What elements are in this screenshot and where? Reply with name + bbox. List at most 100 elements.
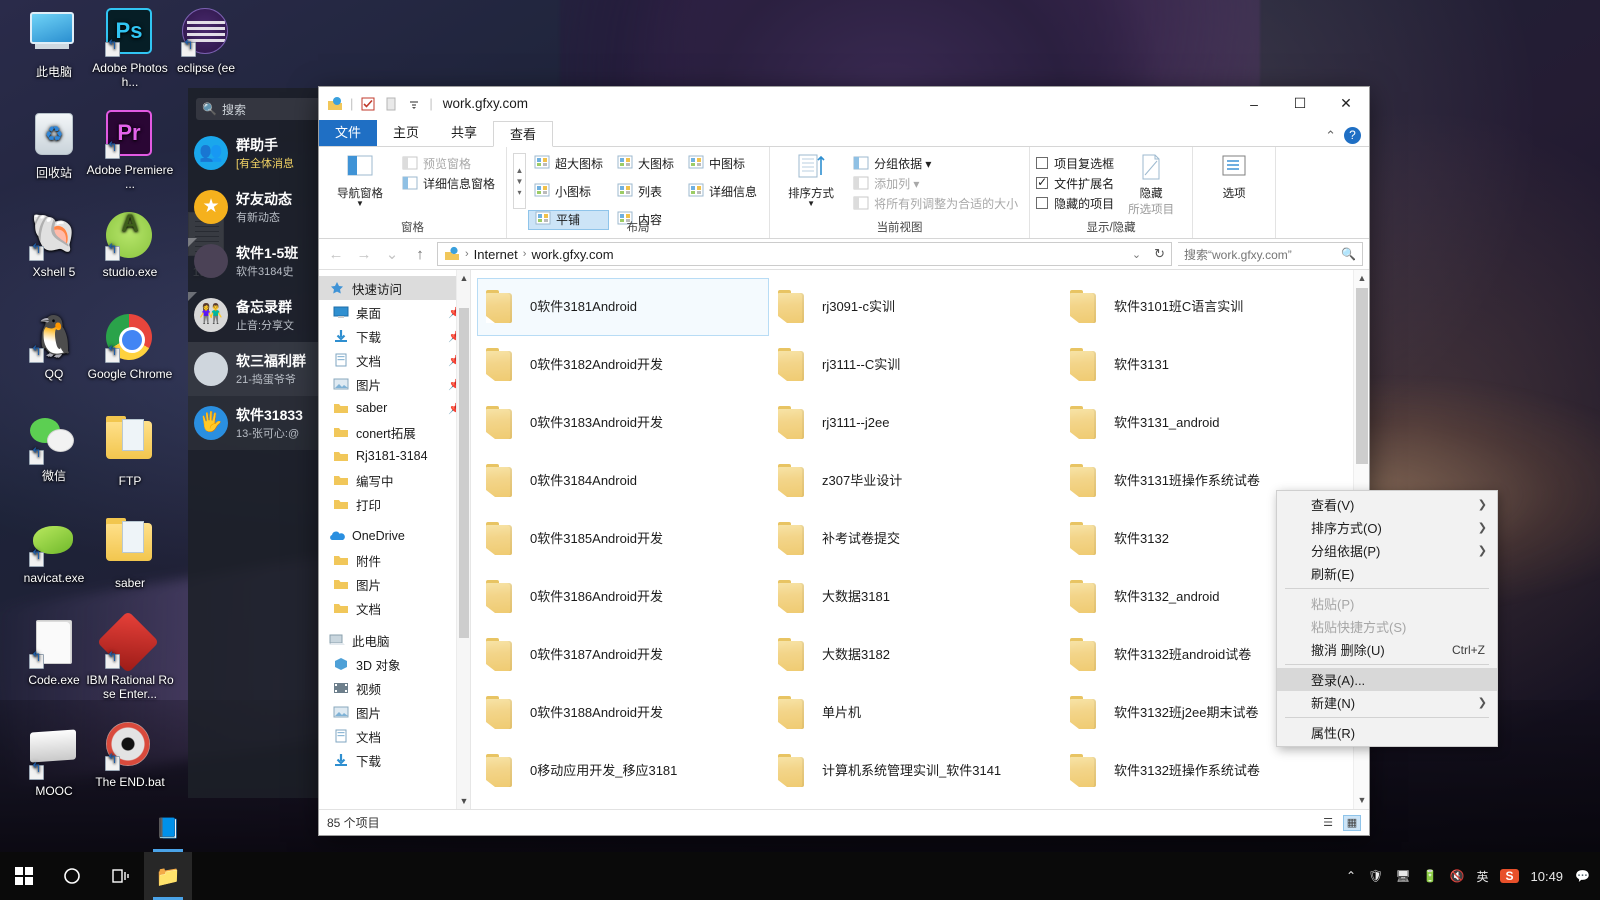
security-icon[interactable]: 🛡 [1368,869,1383,883]
folder-grid[interactable]: 0软件3181Android rj3091-c实训 软件3101班C语言实训 0软件3… [471,270,1353,809]
view-option-大图标[interactable]: 大图标 [611,153,680,173]
desktop-icon-2[interactable]: eclipse (ee [160,8,252,75]
tray-expand-icon[interactable]: ⌃ [1346,869,1356,883]
view-option-小图标[interactable]: 小图标 [528,181,609,201]
checkbox-隐藏的项目[interactable]: 隐藏的项目 [1036,193,1114,213]
qq-conversation-item[interactable]: 软件1-5班 软件3184史 [188,234,336,288]
folder-item[interactable]: 0软件3187Android开发 [477,626,769,684]
context-menu-item-7[interactable]: 撤消 删除(U) Ctrl+Z [1277,638,1497,661]
clock[interactable]: 10:49 [1531,869,1564,884]
view-option-列表[interactable]: 列表 [611,181,680,201]
context-menu-item-10[interactable]: 新建(N) ❯ [1277,691,1497,714]
nav-item-下载[interactable]: 下载 [319,748,470,772]
nav-item-下载[interactable]: 下载📌 [319,324,470,348]
sogou-icon[interactable]: S [1500,869,1519,883]
qq-chat-panel[interactable]: 🔍 搜索 👥 群助手 [有全体消息 ★ 好友动态 有新动态 软件1-5班 软件3184史 👫 备忘… [188,88,336,798]
forward-button[interactable]: → [353,246,375,263]
checkbox-box[interactable] [1036,197,1049,209]
start-button[interactable] [0,852,48,900]
ribbon-tab-strip[interactable]: 文件 主页 共享 查看 ⌃? [319,120,1369,147]
taskbar-store-icon[interactable]: 📘 [144,804,192,852]
new-folder-icon[interactable] [383,96,399,112]
notification-center-icon[interactable]: 💬 [1575,869,1590,883]
view-option-超大图标[interactable]: 超大图标 [528,153,609,173]
desktop-icon-15[interactable]: IBM Rational Rose Enter... [84,610,176,701]
task-view-icon[interactable] [96,852,144,900]
recent-locations-button[interactable]: ⌄ [381,245,403,263]
list-scroll-up-icon[interactable]: ▲ [1354,270,1369,287]
ribbon[interactable]: 导航窗格 ▼ 预览窗格 详细信息窗格 窗格 ▲ ▼ ▾ 超大图标 大图标 中图标 小图标 列表 详细信息平… [319,147,1369,239]
list-scroll-down-icon[interactable]: ▼ [1354,792,1369,809]
tiles-view-button[interactable]: ▦ [1343,814,1361,831]
minimize-button[interactable]: – [1231,88,1277,120]
nav-item-附件[interactable]: 附件 [319,548,470,572]
breadcrumb-item-host[interactable]: work.gfxy.com [531,247,613,262]
back-button[interactable]: ← [325,246,347,263]
details-view-button[interactable]: ☰ [1319,815,1337,831]
taskbar[interactable]: 📘📁👤 ⌃ 🛡 🖥 🔋 🔇 英 S 10:49 💬 [0,818,1600,900]
nav-scroll-up-icon[interactable]: ▲ [457,270,470,286]
tab-0[interactable]: 文件 [319,120,378,146]
nav-item-OneDrive[interactable]: OneDrive [319,524,470,548]
properties-icon[interactable] [360,96,376,112]
view-option-详细信息[interactable]: 详细信息 [682,181,763,201]
customize-caret-icon[interactable] [406,96,422,112]
nav-item-Rj3181-3184[interactable]: Rj3181-3184 [319,444,470,468]
nav-item-视频[interactable]: 视频 [319,676,470,700]
view-option-中图标[interactable]: 中图标 [682,153,763,173]
qq-conversation-list[interactable]: 👥 群助手 [有全体消息 ★ 好友动态 有新动态 软件1-5班 软件3184史 👫 备忘录群 止音:… [188,126,336,450]
folder-item[interactable]: 软件3131 [1061,336,1353,394]
nav-item-conert拓展[interactable]: conert拓展 [319,420,470,444]
folder-item[interactable]: rj3111--j2ee [769,394,1061,452]
window-controls[interactable]: – ☐ ✕ [1231,88,1369,120]
qq-conversation-item[interactable]: 软三福利群 21-捣蛋爷爷 [188,342,336,396]
context-menu-item-3[interactable]: 刷新(E) [1277,562,1497,585]
close-button[interactable]: ✕ [1323,88,1369,120]
taskbar-app-buttons[interactable]: 📘📁👤 [144,804,192,900]
file-list-area[interactable]: 0软件3181Android rj3091-c实训 软件3101班C语言实训 0软件3… [471,270,1369,809]
layout-scroll-buttons[interactable]: ▲ ▼ ▾ [513,153,527,209]
search-input[interactable]: 搜索“work.gfxy.com” 🔍 [1178,242,1363,266]
nav-pane-scrollbar[interactable]: ▲ ▼ [456,270,470,809]
folder-item[interactable]: z307毕业设计 [769,452,1061,510]
folder-item[interactable]: rj3111--C实训 [769,336,1061,394]
nav-item-桌面[interactable]: 桌面📌 [319,300,470,324]
checkbox-项目复选框[interactable]: 项目复选框 [1036,153,1114,173]
ribbon-item-预览窗格[interactable]: 预览窗格 [397,153,500,173]
nav-item-快速访问[interactable]: 快速访问 [319,276,470,300]
tab-1[interactable]: 主页 [377,120,435,146]
nav-item-图片[interactable]: 图片📌 [319,372,470,396]
up-button[interactable]: ↑ [409,246,431,263]
context-menu-item-0[interactable]: 查看(V) ❯ [1277,493,1497,516]
folder-item[interactable]: 补考试卷提交 [769,510,1061,568]
qq-search-input[interactable]: 🔍 搜索 [196,98,328,120]
ime-indicator[interactable]: 英 [1476,868,1488,885]
context-menu[interactable]: 查看(V) ❯ 排序方式(O) ❯ 分组依据(P) ❯ 刷新(E) 粘贴(P) 粘贴快捷方式(S… [1276,490,1498,747]
view-switch-buttons[interactable]: ☰ ▦ [1319,814,1361,831]
desktop-icon-9[interactable]: Google Chrome [84,314,176,381]
breadcrumb-item-internet[interactable]: Internet [474,247,518,262]
volume-muted-icon[interactable]: 🔇 [1450,869,1465,883]
desktop-icon-17[interactable]: The END.bat [84,722,176,789]
layout-scroll-arrow-icon[interactable]: ▾ [518,188,522,197]
nav-item-文档[interactable]: 文档 [319,724,470,748]
layout-scroll-arrow-icon[interactable]: ▲ [516,166,524,175]
folder-item[interactable]: 大数据3181 [769,568,1061,626]
folder-item[interactable]: rj3091-c实训 [769,278,1061,336]
network-icon[interactable]: 🖥 [1395,869,1410,883]
file-explorer-window[interactable]: | | work.gfxy.com – ☐ ✕ 文件 主页 共享 查看 ⌃? 导航窗格 ▼… [318,86,1370,836]
nav-item-此电脑[interactable]: 此电脑 [319,628,470,652]
explorer-icon[interactable] [327,96,343,112]
chevron-down-icon[interactable]: ▼ [356,200,364,208]
folder-item[interactable]: 软件3132班操作系统试卷 [1061,742,1353,800]
tab-2[interactable]: 共享 [435,120,493,146]
layout-scroll-arrow-icon[interactable]: ▼ [516,177,524,186]
folder-item[interactable]: 0软件3185Android开发 [477,510,769,568]
nav-item-文档[interactable]: 文档📌 [319,348,470,372]
folder-item[interactable]: 0移动应用开发_移应3181 [477,742,769,800]
folder-item[interactable]: 单片机 [769,684,1061,742]
refresh-icon[interactable]: ↻ [1154,246,1165,262]
folder-item[interactable]: 0软件3186Android开发 [477,568,769,626]
desktop-icon-11[interactable]: FTP [84,416,176,488]
folder-item[interactable]: 0软件3183Android开发 [477,394,769,452]
